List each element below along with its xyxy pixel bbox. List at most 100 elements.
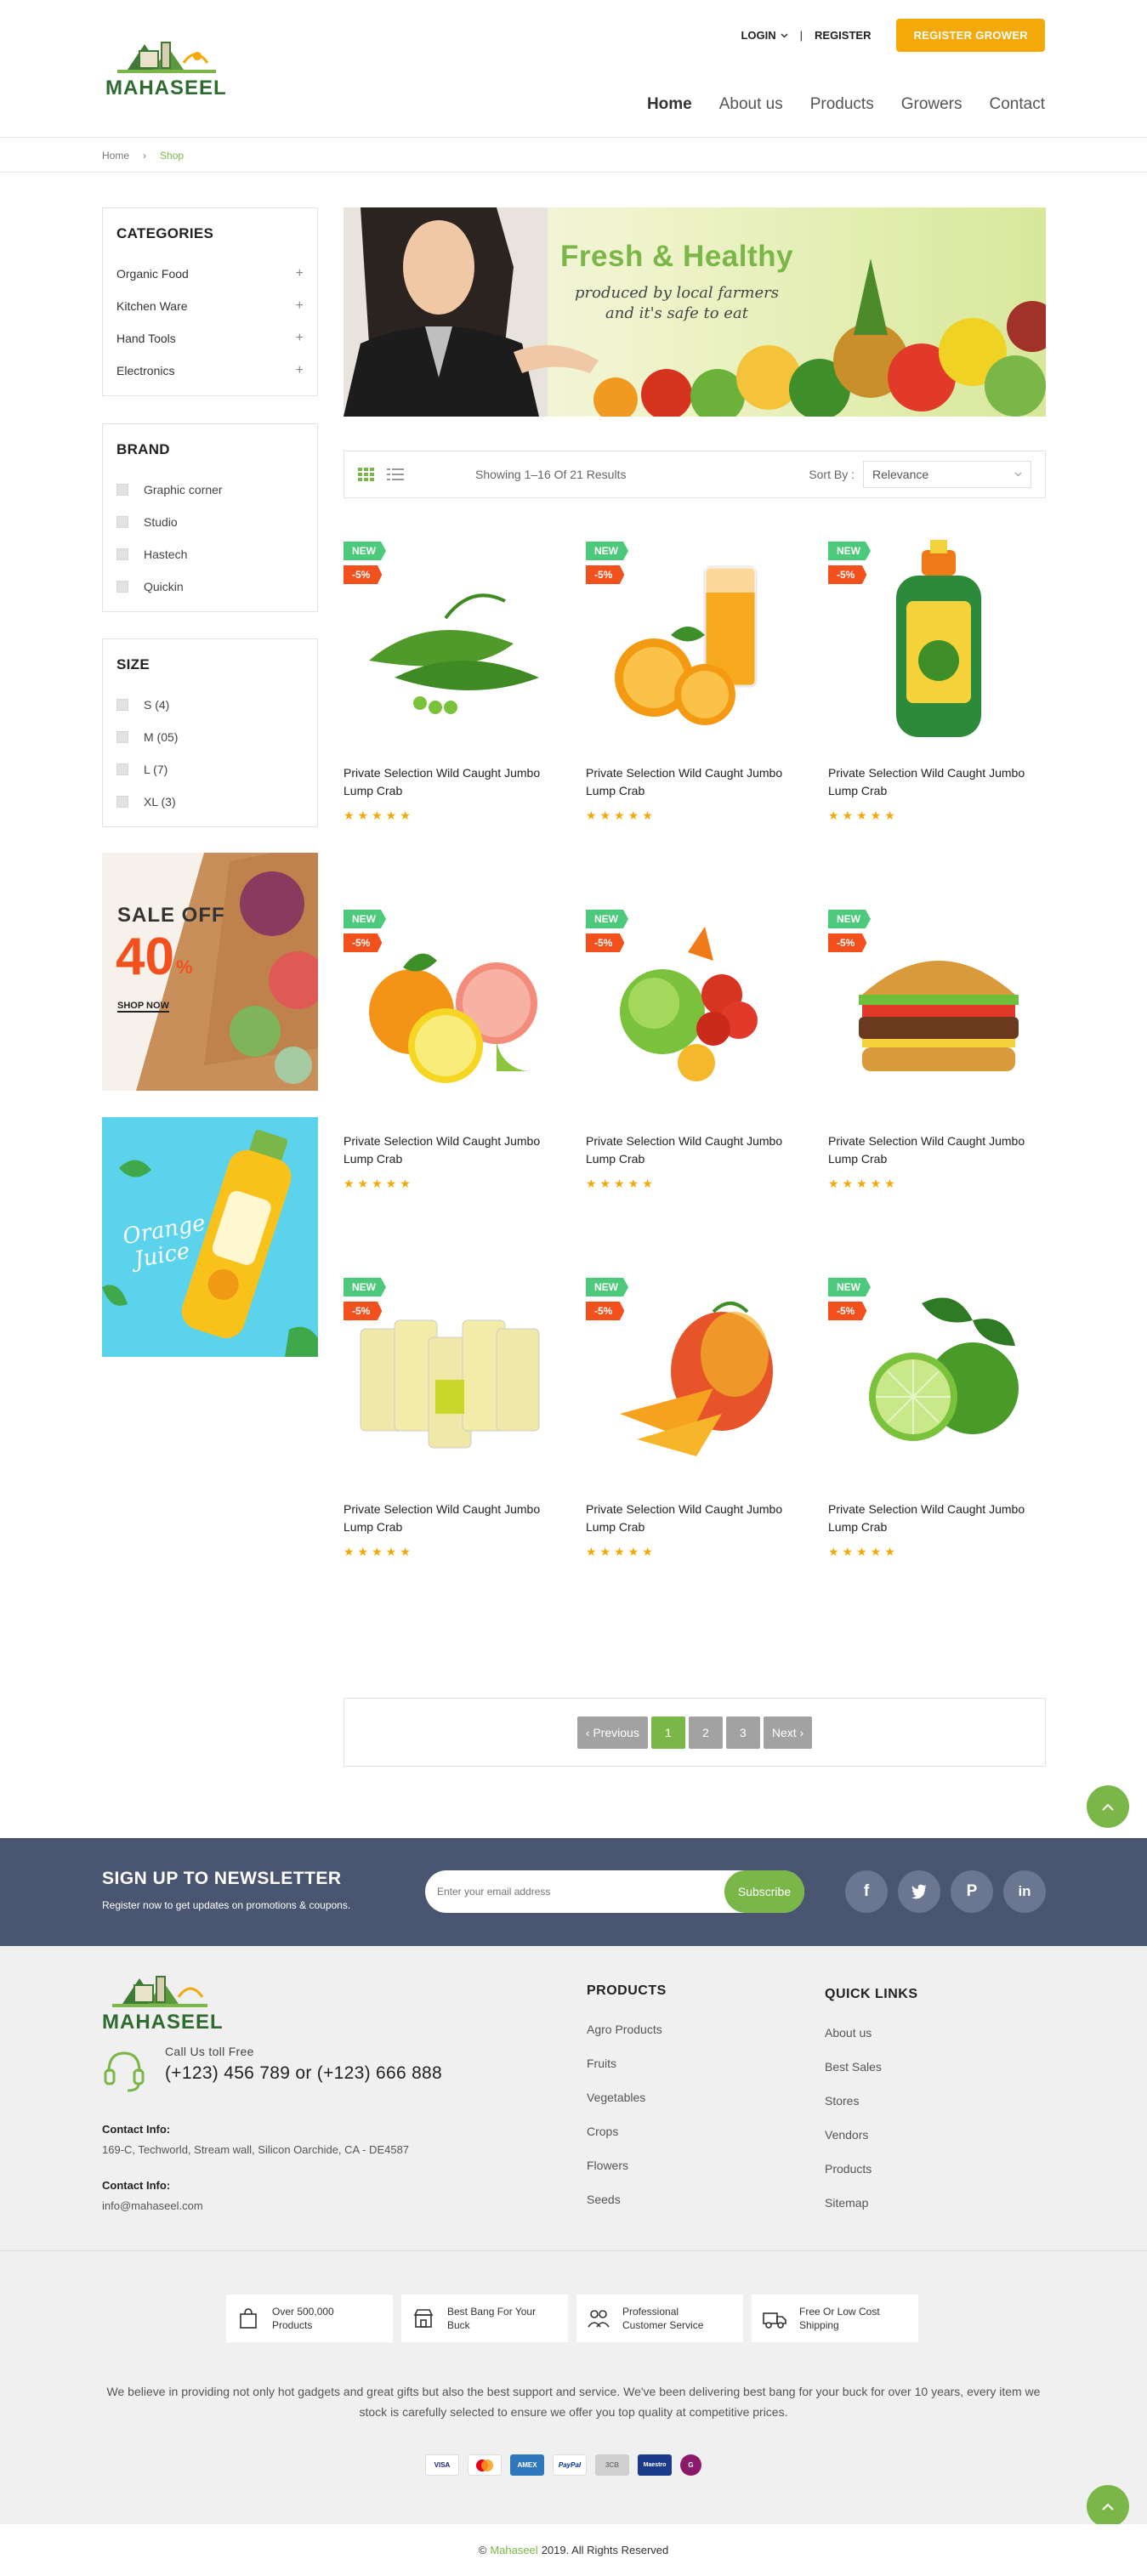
checkbox[interactable] bbox=[116, 699, 128, 711]
brand-option[interactable]: Studio bbox=[116, 506, 304, 538]
size-option[interactable]: S (4) bbox=[116, 689, 304, 721]
subscribe-button[interactable]: Subscribe bbox=[724, 1870, 804, 1913]
mastercard-icon bbox=[468, 2454, 502, 2476]
scroll-to-top-button[interactable] bbox=[1087, 1785, 1129, 1828]
product-card[interactable]: NEW -5% Private Selection Wild Caught Ju… bbox=[586, 533, 807, 856]
top-links: LOGIN | REGISTER REGISTER GROWER bbox=[741, 19, 1045, 52]
pagination-page[interactable]: 2 bbox=[688, 1716, 723, 1749]
logo[interactable]: MAHASEEL bbox=[102, 26, 230, 106]
newsletter-email-input[interactable] bbox=[437, 1870, 709, 1913]
footer-link[interactable]: Crops bbox=[587, 2114, 667, 2148]
nav-products[interactable]: Products bbox=[810, 95, 874, 114]
pagination-previous[interactable]: ‹ Previous bbox=[576, 1716, 648, 1749]
pinterest-icon[interactable]: P bbox=[951, 1870, 993, 1913]
checkbox[interactable] bbox=[116, 484, 128, 496]
product-card[interactable]: NEW -5% Private Selection Wild Caught Ju… bbox=[586, 901, 807, 1224]
hero-banner[interactable]: Fresh & Healthy produced by local farmer… bbox=[344, 207, 1046, 417]
footer-logo[interactable]: MAHASEEL bbox=[100, 1961, 223, 2038]
product-name[interactable]: Private Selection Wild Caught Jumbo Lump… bbox=[828, 1501, 1049, 1536]
footer-divider bbox=[0, 2250, 1147, 2251]
discount-badge: -5% bbox=[828, 933, 867, 952]
shop-now-link[interactable]: SHOP NOW bbox=[117, 1001, 169, 1013]
product-name[interactable]: Private Selection Wild Caught Jumbo Lump… bbox=[828, 1132, 1049, 1168]
checkbox[interactable] bbox=[116, 516, 128, 528]
twitter-icon[interactable] bbox=[898, 1870, 940, 1913]
product-card[interactable]: NEW -5% Private Selection Wild Caught Ju… bbox=[344, 533, 565, 856]
footer-about-text: We believe in providing not only hot gad… bbox=[106, 2385, 1041, 2419]
sale-promo-banner[interactable]: SALE OFF 40 % SHOP NOW bbox=[102, 853, 318, 1091]
product-name[interactable]: Private Selection Wild Caught Jumbo Lump… bbox=[586, 764, 807, 800]
footer-link[interactable]: Products bbox=[825, 2152, 918, 2186]
product-name[interactable]: Private Selection Wild Caught Jumbo Lump… bbox=[344, 764, 565, 800]
checkbox[interactable] bbox=[116, 731, 128, 743]
checkbox[interactable] bbox=[116, 796, 128, 808]
footer-link[interactable]: Flowers bbox=[587, 2148, 667, 2182]
footer-link[interactable]: Agro Products bbox=[587, 2012, 667, 2046]
nav-home[interactable]: Home bbox=[647, 95, 692, 114]
login-label: LOGIN bbox=[741, 29, 776, 42]
nav-growers[interactable]: Growers bbox=[901, 95, 962, 114]
product-card[interactable]: NEW -5% Private Selection Wild Caught Ju… bbox=[344, 1269, 565, 1592]
product-rating-stars: ★★★★★ bbox=[344, 1177, 414, 1190]
footer-link[interactable]: Sitemap bbox=[825, 2186, 918, 2220]
product-name[interactable]: Private Selection Wild Caught Jumbo Lump… bbox=[344, 1501, 565, 1536]
product-name[interactable]: Private Selection Wild Caught Jumbo Lump… bbox=[828, 764, 1049, 800]
shop-toolbar: Showing 1–16 Of 21 Results Sort By : Rel… bbox=[344, 451, 1046, 498]
linkedin-icon[interactable]: in bbox=[1003, 1870, 1046, 1913]
product-name[interactable]: Private Selection Wild Caught Jumbo Lump… bbox=[586, 1132, 807, 1168]
pagination-page[interactable]: 3 bbox=[725, 1716, 760, 1749]
feature-line1: Over 500,000 bbox=[272, 2306, 334, 2318]
sort-select[interactable]: Relevance bbox=[863, 461, 1031, 488]
juice-promo-banner[interactable]: Orange Juice bbox=[102, 1117, 318, 1357]
register-link[interactable]: REGISTER bbox=[815, 29, 871, 42]
brand-option[interactable]: Quickin bbox=[116, 570, 304, 603]
contact-email[interactable]: info@mahaseel.com bbox=[102, 2199, 203, 2212]
pagination-page[interactable]: 1 bbox=[650, 1716, 685, 1749]
grid-view-icon[interactable] bbox=[358, 468, 375, 481]
category-organic-food[interactable]: Organic Food + bbox=[116, 258, 304, 290]
pagination-next[interactable]: Next › bbox=[763, 1716, 813, 1749]
footer-link[interactable]: Fruits bbox=[587, 2046, 667, 2080]
footer-link[interactable]: Stores bbox=[825, 2084, 918, 2118]
category-kitchen-ware[interactable]: Kitchen Ware + bbox=[116, 290, 304, 322]
copyright-brand-link[interactable]: Mahaseel bbox=[490, 2544, 537, 2556]
category-electronics[interactable]: Electronics + bbox=[116, 355, 304, 387]
expand-icon[interactable]: + bbox=[296, 363, 304, 378]
category-hand-tools[interactable]: Hand Tools + bbox=[116, 322, 304, 355]
size-option[interactable]: M (05) bbox=[116, 721, 304, 753]
nav-about-us[interactable]: About us bbox=[719, 95, 783, 114]
footer-link[interactable]: About us bbox=[825, 2016, 918, 2050]
product-card[interactable]: NEW -5% Private Selection Wild Caught Ju… bbox=[586, 1269, 807, 1592]
product-rating-stars: ★★★★★ bbox=[586, 1545, 656, 1558]
product-name[interactable]: Private Selection Wild Caught Jumbo Lump… bbox=[586, 1501, 807, 1536]
expand-icon[interactable]: + bbox=[296, 266, 304, 281]
footer-link[interactable]: Vegetables bbox=[587, 2080, 667, 2114]
new-badge: NEW bbox=[828, 1278, 871, 1297]
scroll-to-top-button[interactable] bbox=[1087, 2485, 1129, 2528]
checkbox[interactable] bbox=[116, 548, 128, 560]
expand-icon[interactable]: + bbox=[296, 331, 304, 346]
size-option[interactable]: L (7) bbox=[116, 753, 304, 786]
size-option[interactable]: XL (3) bbox=[116, 786, 304, 818]
nav-contact[interactable]: Contact bbox=[990, 95, 1045, 114]
phone-numbers[interactable]: (+123) 456 789 or (+123) 666 888 bbox=[165, 2063, 442, 2084]
facebook-icon[interactable]: f bbox=[845, 1870, 888, 1913]
paypal-icon: PayPal bbox=[553, 2454, 587, 2476]
brand-option[interactable]: Graphic corner bbox=[116, 474, 304, 506]
product-card[interactable]: NEW -5% Private Selection Wild Caught Ju… bbox=[828, 1269, 1049, 1592]
product-card[interactable]: NEW -5% Private Selection Wild Caught Ju… bbox=[828, 533, 1049, 856]
product-card[interactable]: NEW -5% Private Selection Wild Caught Ju… bbox=[828, 901, 1049, 1224]
footer-link[interactable]: Best Sales bbox=[825, 2050, 918, 2084]
brand-option[interactable]: Hastech bbox=[116, 538, 304, 570]
list-view-icon[interactable] bbox=[387, 468, 404, 481]
breadcrumb-home[interactable]: Home bbox=[102, 150, 129, 162]
footer-link[interactable]: Vendors bbox=[825, 2118, 918, 2152]
login-link[interactable]: LOGIN bbox=[741, 29, 788, 42]
register-grower-button[interactable]: REGISTER GROWER bbox=[896, 19, 1045, 52]
product-card[interactable]: NEW -5% Private Selection Wild Caught Ju… bbox=[344, 901, 565, 1224]
product-name[interactable]: Private Selection Wild Caught Jumbo Lump… bbox=[344, 1132, 565, 1168]
checkbox[interactable] bbox=[116, 763, 128, 775]
expand-icon[interactable]: + bbox=[296, 298, 304, 314]
checkbox[interactable] bbox=[116, 581, 128, 593]
footer-link[interactable]: Seeds bbox=[587, 2182, 667, 2216]
